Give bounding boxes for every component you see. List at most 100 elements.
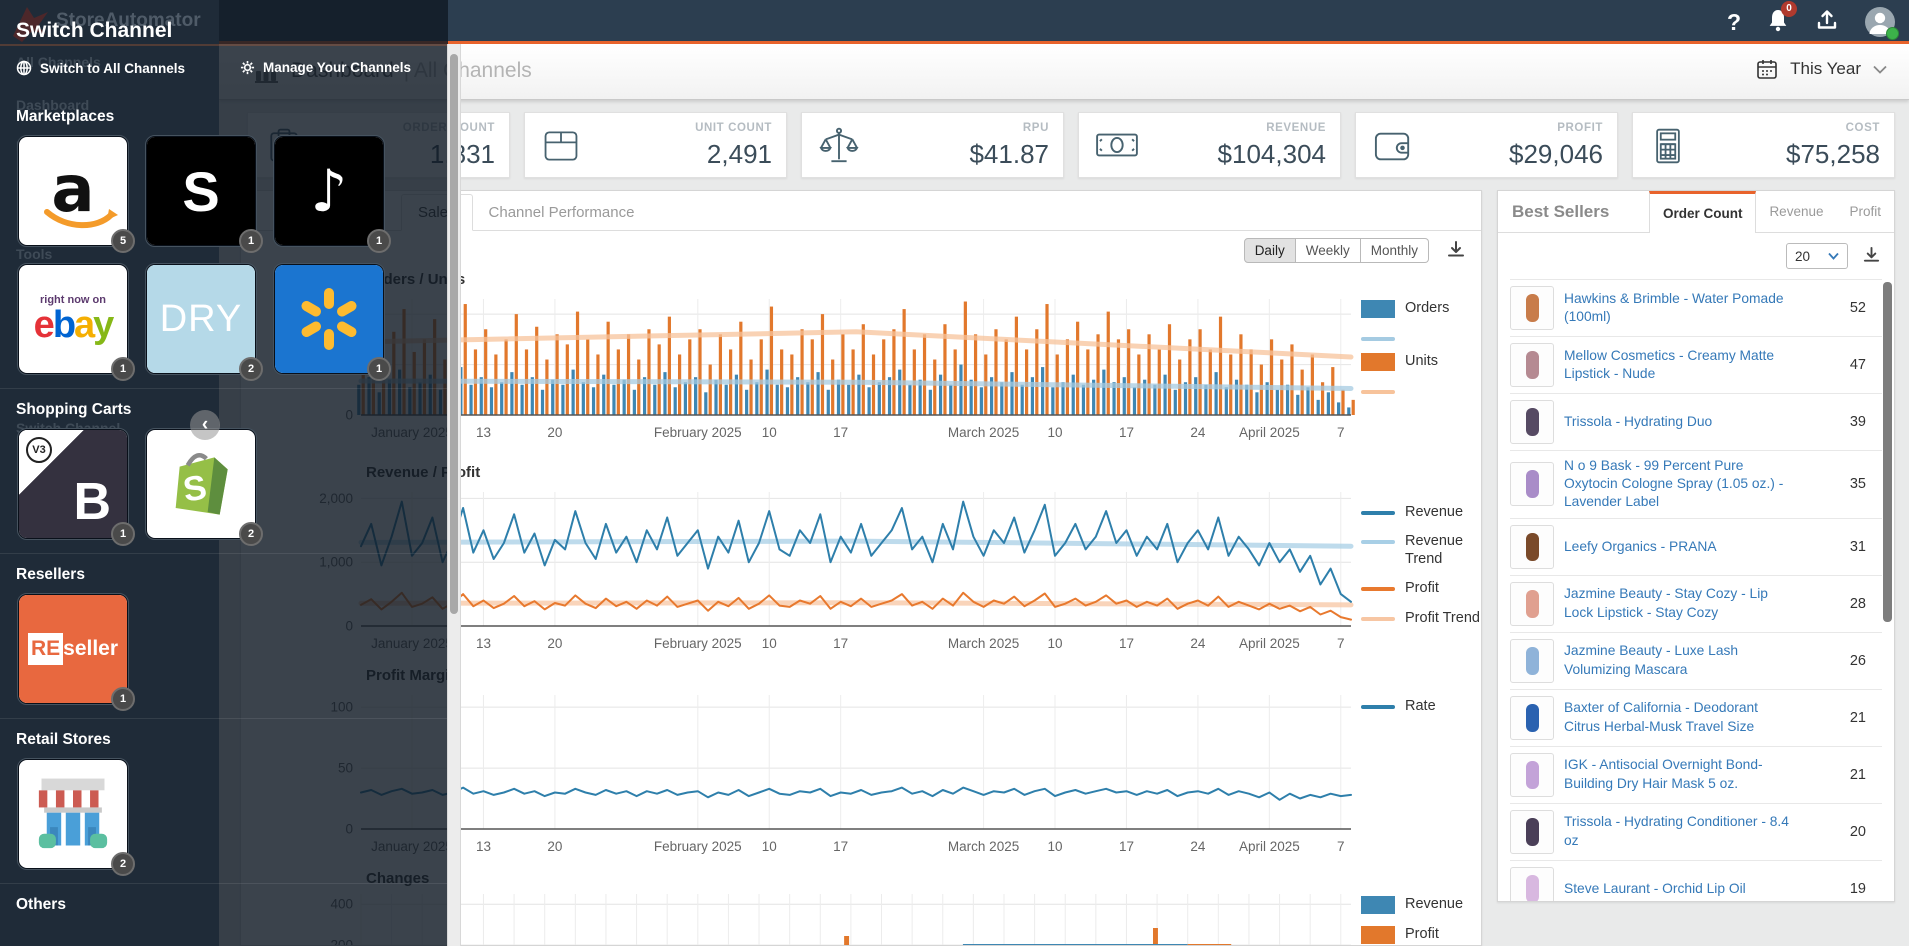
monthly-button[interactable]: Monthly (1361, 238, 1429, 263)
tile-grid: REseller1 (0, 594, 430, 704)
channel-tile-reseller[interactable]: REseller1 (18, 594, 128, 704)
user-avatar[interactable] (1865, 7, 1895, 37)
s-channel-logo: S (147, 137, 255, 245)
switch-channel-overlay: StoreAutomator All ChannelsDashboardInve… (0, 0, 448, 946)
notifications-bell-icon[interactable]: 0 (1767, 8, 1789, 37)
channel-tile-shopify[interactable]: S2 (146, 429, 256, 539)
product-link[interactable]: Jazmine Beauty - Stay Cozy - Lip Lock Li… (1564, 585, 1796, 621)
product-count: 31 (1806, 539, 1882, 555)
section-label: Others (16, 896, 448, 914)
page-scrollbar[interactable] (447, 44, 461, 946)
channel-tile-amazon[interactable]: a5 (18, 136, 128, 246)
svg-text:February 2025: February 2025 (654, 636, 742, 651)
legend-entry: Revenue Trend (1361, 532, 1481, 568)
svg-text:13: 13 (476, 425, 491, 440)
legend-entry (1361, 382, 1481, 394)
svg-text:April 2025: April 2025 (1239, 425, 1300, 440)
kpi-card-revenue[interactable]: REVENUE $104,304 (1078, 112, 1341, 178)
product-link[interactable]: N o 9 Bask - 99 Percent Pure Oxytocin Co… (1564, 457, 1796, 512)
orders-units-legend: OrdersUnits (1361, 299, 1481, 405)
channel-tile-ebay[interactable]: right now onebay1 (18, 264, 128, 374)
channel-tile-s-channel[interactable]: S1 (146, 136, 256, 246)
legend-label: Revenue (1405, 895, 1463, 913)
svg-text:24: 24 (1190, 839, 1206, 854)
product-image-shape (1526, 408, 1539, 436)
legend-label: Orders (1405, 299, 1449, 317)
walmart-spark-logo (275, 265, 383, 373)
kpi-card-rpu[interactable]: RPU$41.87 (801, 112, 1064, 178)
channel-tile-bigcommerce[interactable]: V3B1 (18, 429, 128, 539)
chart-download-icon[interactable] (1447, 240, 1465, 263)
best-sellers-download-icon[interactable] (1863, 246, 1880, 268)
ebay-tile-inner: right now onebay (19, 265, 127, 373)
product-count: 39 (1806, 414, 1882, 430)
section-label: Shopping Carts (16, 401, 448, 419)
manage-your-channels-button[interactable]: Manage Your Channels (240, 60, 411, 75)
svg-text:February 2025: February 2025 (654, 425, 742, 440)
tab-channel-performance[interactable]: Channel Performance (473, 195, 651, 230)
product-image-shape (1526, 647, 1539, 675)
page-size-select[interactable]: 20 (1786, 243, 1848, 269)
product-link[interactable]: IGK - Antisocial Overnight Bond-Building… (1564, 756, 1796, 792)
legend-swatch (1361, 511, 1395, 515)
page-scrollbar-handle[interactable] (450, 54, 458, 614)
best-seller-row: Jazmine Beauty - Luxe Lash Volumizing Ma… (1510, 632, 1882, 689)
product-link[interactable]: Mellow Cosmetics - Creamy Matte Lipstick… (1564, 347, 1796, 383)
kpi-label: REVENUE (1266, 122, 1326, 134)
legend-swatch (1361, 587, 1395, 591)
daily-button[interactable]: Daily (1244, 238, 1296, 263)
product-link[interactable]: Steve Laurant - Orchid Lip Oil (1564, 880, 1796, 898)
amazon-logo: a (51, 165, 94, 216)
legend-swatch (1361, 705, 1395, 709)
legend-swatch (1361, 300, 1395, 318)
best-sellers-scrollbar[interactable] (1883, 282, 1892, 622)
channel-tile-tiktok[interactable]: ♪1 (274, 136, 384, 246)
channel-tile-walmart[interactable]: 1 (274, 264, 384, 374)
date-range-picker[interactable]: This Year (1756, 58, 1887, 80)
switch-to-all-channels-button[interactable]: Switch to All Channels (16, 60, 185, 76)
channel-tile-dry[interactable]: DRY2 (146, 264, 256, 374)
best-seller-row: IGK - Antisocial Overnight Bond-Building… (1510, 746, 1882, 803)
kpi-card-profit[interactable]: PROFIT$29,046 (1355, 112, 1618, 178)
kpi-value: $104,304 (1218, 139, 1326, 170)
kpi-card-unit-count[interactable]: UNIT COUNT2,491 (524, 112, 787, 178)
svg-text:17: 17 (833, 425, 848, 440)
product-link[interactable]: Leefy Organics - PRANA (1564, 538, 1796, 556)
legend-swatch (1361, 896, 1395, 914)
overlay-orange-divider (0, 44, 448, 46)
tile-grid: V3B1S2 (0, 429, 430, 539)
walmart-tile-inner (275, 265, 383, 373)
legend-swatch (1361, 337, 1395, 341)
weekly-button[interactable]: Weekly (1296, 238, 1361, 263)
product-link[interactable]: Hawkins & Brimble - Water Pomade (100ml) (1564, 290, 1796, 326)
collapse-panel-button[interactable]: ‹ (190, 410, 220, 440)
product-link[interactable]: Trissola - Hydrating Conditioner - 8.4 o… (1564, 813, 1796, 849)
product-image (1510, 525, 1554, 569)
product-link[interactable]: Baxter of California - Deodorant Citrus … (1564, 699, 1796, 735)
product-image-shape (1526, 470, 1539, 498)
shopify-tile-inner: S (147, 430, 255, 538)
channel-section-shopping-carts: Shopping Carts V3B1S2 (0, 388, 448, 553)
best-sellers-tab-order-count[interactable]: Order Count (1649, 191, 1757, 233)
kpi-label: UNIT COUNT (695, 122, 772, 134)
channel-count-badge: 1 (239, 229, 263, 253)
kpi-card-cost[interactable]: COST$75,258 (1632, 112, 1895, 178)
legend-entry: Profit Trend (1361, 609, 1481, 627)
product-image (1510, 462, 1554, 506)
legend-entry: Rate (1361, 697, 1481, 715)
kpi-label: COST (1846, 122, 1880, 134)
profit-margin-legend: Rate (1361, 697, 1481, 726)
svg-text:March 2025: March 2025 (948, 839, 1019, 854)
channel-section-resellers: ResellersREseller1 (0, 553, 448, 718)
channel-tile-retail-store[interactable]: 2 (18, 759, 128, 869)
best-sellers-tab-profit[interactable]: Profit (1836, 191, 1894, 232)
best-sellers-header: Best Sellers Order CountRevenueProfit (1498, 191, 1894, 233)
help-icon[interactable]: ? (1727, 9, 1741, 36)
channel-count-badge: 1 (111, 522, 135, 546)
product-image-shape (1526, 294, 1539, 322)
product-link[interactable]: Jazmine Beauty - Luxe Lash Volumizing Ma… (1564, 642, 1796, 678)
product-link[interactable]: Trissola - Hydrating Duo (1564, 413, 1796, 431)
svg-text:7: 7 (1337, 425, 1345, 440)
best-sellers-tab-revenue[interactable]: Revenue (1756, 191, 1836, 232)
upload-icon[interactable] (1815, 8, 1839, 37)
